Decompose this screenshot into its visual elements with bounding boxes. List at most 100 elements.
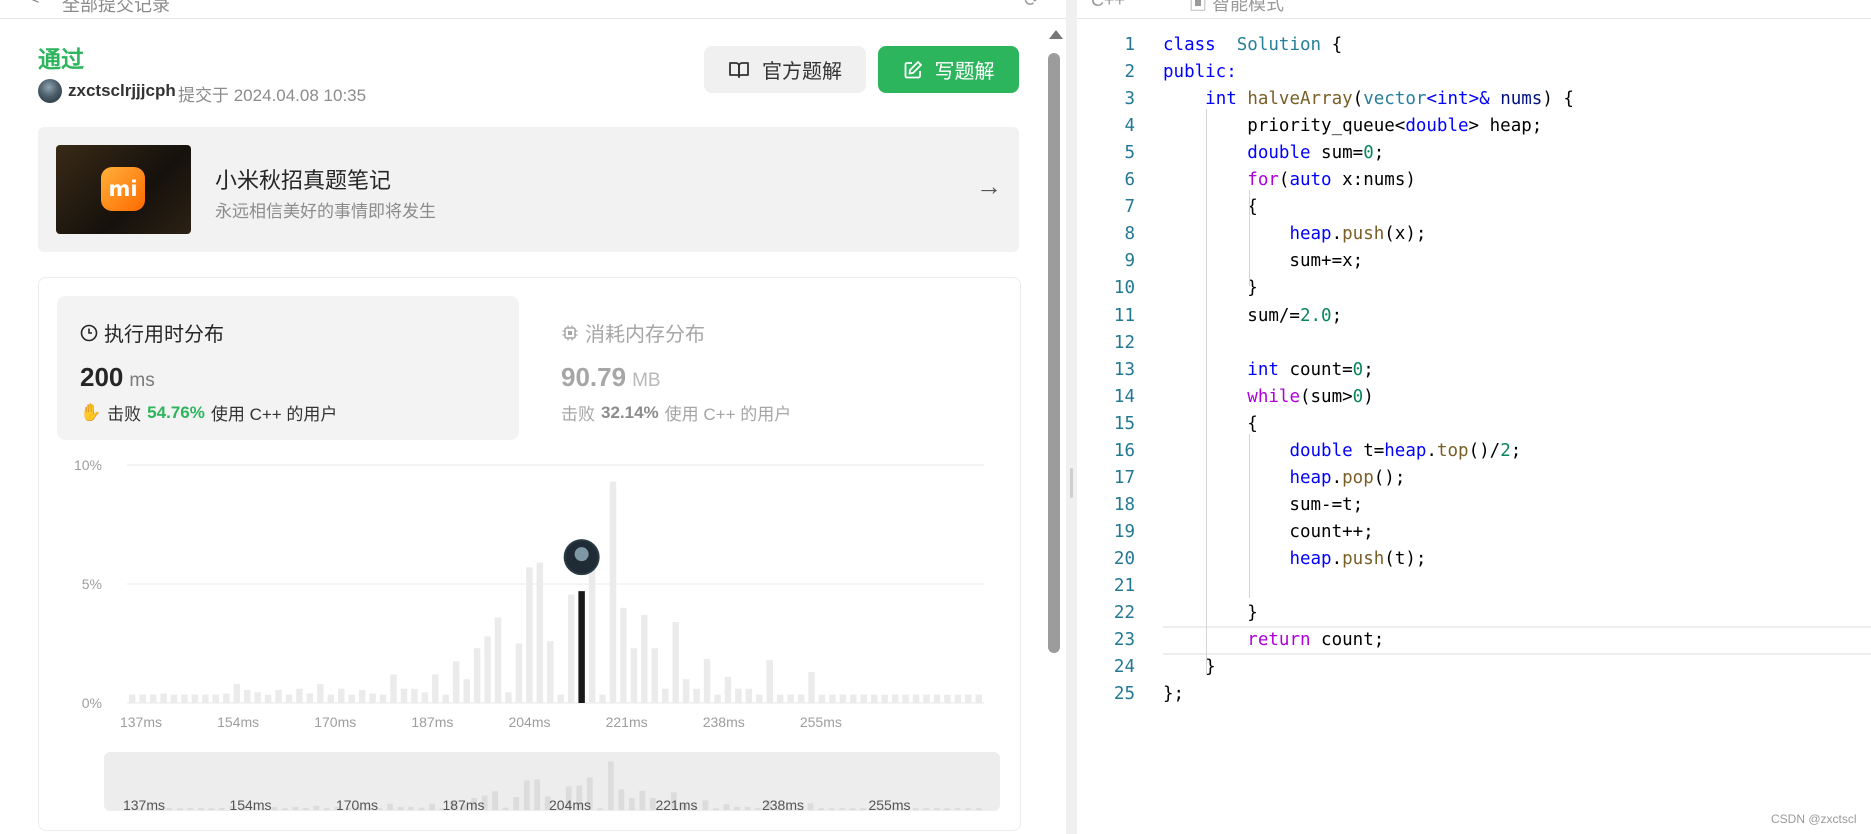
indent-guide	[1249, 434, 1250, 598]
code-line[interactable]: 15 {	[1077, 411, 1871, 438]
chart-bar	[275, 689, 282, 703]
mini-chart-bar	[324, 808, 330, 810]
code-text: double t=heap.top()/2;	[1289, 440, 1522, 461]
line-number: 15	[1113, 413, 1135, 434]
code-text: for(auto x:nums)	[1247, 170, 1416, 191]
book-icon	[729, 61, 749, 78]
panel-splitter[interactable]	[1066, 0, 1077, 834]
code-line[interactable]: 3 int halveArray(vector<int>& nums) {	[1077, 86, 1871, 113]
code-line[interactable]: 24 }	[1077, 654, 1871, 681]
scroll-up-arrow-icon[interactable]	[1049, 30, 1063, 39]
breadcrumb[interactable]: 全部提交记录	[62, 0, 170, 17]
refresh-icon[interactable]: ⟳	[1024, 0, 1039, 11]
code-line[interactable]: 13 int count=0;	[1077, 357, 1871, 384]
chart-bar	[881, 694, 888, 703]
mini-chart-bar	[828, 808, 835, 810]
code-line[interactable]: 4 priority_queue<double> heap;	[1077, 113, 1871, 140]
code-line[interactable]: 10 }	[1077, 275, 1871, 302]
mini-chart-bar	[607, 761, 614, 810]
chart-bar	[317, 683, 324, 703]
back-icon[interactable]: <	[30, 0, 39, 9]
mini-chart-bar	[303, 807, 309, 810]
mini-chart-bar	[975, 808, 982, 810]
code-line[interactable]: 23 return count;	[1077, 627, 1871, 654]
mini-chart-bar	[818, 808, 824, 810]
code-line[interactable]: 17 heap.pop();	[1077, 465, 1871, 492]
code-text: int halveArray(vector<int>& nums) {	[1205, 89, 1574, 110]
code-line[interactable]: 25};	[1077, 681, 1871, 708]
runtime-stat-title: 执行用时分布	[80, 318, 224, 347]
scrollbar-thumb[interactable]	[1048, 53, 1060, 653]
code-line[interactable]: 8 heap.push(x);	[1077, 221, 1871, 248]
smart-mode-toggle[interactable]: ▣ 智能模式	[1189, 0, 1284, 16]
chart-bar	[923, 694, 930, 703]
code-line[interactable]: 14 while(sum>0)	[1077, 384, 1871, 411]
code-line[interactable]: 5 double sum=0;	[1077, 140, 1871, 167]
chart-bar	[149, 694, 157, 703]
avatar[interactable]	[38, 79, 62, 103]
mini-chart-bar	[839, 808, 845, 810]
runtime-value: 200 ms	[80, 362, 155, 392]
code-line[interactable]: 2 public:	[1077, 59, 1871, 86]
chart-bar	[526, 567, 533, 703]
line-number: 14	[1113, 386, 1135, 407]
mini-chart-bar	[639, 790, 646, 810]
mini-x-tick-label: 204ms	[549, 797, 591, 811]
chart-bar	[463, 679, 470, 703]
code-text: public:	[1163, 62, 1237, 83]
code-text: heap.push(t);	[1289, 548, 1427, 569]
mini-chart-bar	[807, 803, 814, 810]
panel-header: < 全部提交记录 ⟳	[0, 0, 1066, 19]
language-selector[interactable]: C++	[1091, 0, 1125, 11]
line-number: 20	[1113, 548, 1135, 569]
promo-banner[interactable]: mi 小米秋招真题笔记 永远相信美好的事情即将发生 →	[38, 127, 1019, 252]
mini-x-tick-label: 154ms	[229, 797, 271, 811]
chip-icon	[562, 325, 578, 340]
code-line[interactable]: 12	[1077, 330, 1871, 357]
mini-chart-bar	[597, 808, 604, 810]
xiaomi-logo-icon: mi	[101, 167, 145, 211]
code-text: while(sum>0)	[1247, 386, 1374, 407]
mini-chart-bar	[176, 808, 183, 810]
code-line[interactable]: 7 {	[1077, 194, 1871, 221]
code-line[interactable]: 22 }	[1077, 600, 1871, 627]
clap-icon: ✋	[80, 402, 102, 423]
code-line[interactable]: 21	[1077, 573, 1871, 600]
code-line[interactable]: 6 for(auto x:nums)	[1077, 167, 1871, 194]
line-number: 9	[1124, 251, 1135, 272]
memory-value: 90.79 MB	[561, 362, 661, 392]
code-text: heap.pop();	[1289, 467, 1406, 488]
code-line[interactable]: 1 class Solution {	[1077, 32, 1871, 59]
chart-bar	[442, 694, 450, 703]
runtime-beat: ✋ 击败 54.76% 使用 C++ 的用户	[80, 402, 338, 425]
code-text: priority_queue<double> heap;	[1163, 116, 1543, 137]
chart-bar	[588, 553, 596, 703]
mini-chart-bar	[271, 807, 278, 810]
y-tick-label: 10%	[74, 457, 102, 473]
mini-chart-bar	[282, 808, 288, 810]
mini-x-tick-label: 221ms	[655, 797, 697, 811]
write-solution-button[interactable]: 写题解	[878, 46, 1019, 93]
official-solution-button[interactable]: 官方题解	[704, 46, 866, 93]
banner-image: mi	[56, 145, 191, 234]
chart-bar	[369, 693, 376, 703]
chart-bar	[411, 688, 418, 703]
line-number: 3	[1124, 89, 1135, 110]
memory-stat-tab[interactable]: 消耗内存分布	[561, 318, 705, 347]
line-number: 11	[1113, 305, 1135, 326]
chart-bar	[432, 674, 439, 703]
code-text: sum/=2.0;	[1163, 305, 1343, 326]
code-line[interactable]: 16 double t=heap.top()/2;	[1077, 438, 1871, 465]
code-line[interactable]: 9 sum+=x;	[1077, 248, 1871, 275]
splitter-grip[interactable]	[1070, 468, 1073, 498]
code-line[interactable]: 18 sum-=t;	[1077, 492, 1871, 519]
code-line[interactable]: 20 heap.push(t);	[1077, 546, 1871, 573]
chart-bar	[839, 694, 847, 703]
code-line[interactable]: 19 count++;	[1077, 519, 1871, 546]
chart-bar	[891, 694, 899, 703]
code-line[interactable]: 11 sum/=2.0;	[1077, 303, 1871, 330]
line-number: 8	[1124, 224, 1135, 245]
line-number: 12	[1113, 332, 1135, 353]
chart-bar	[860, 694, 868, 703]
username[interactable]: zxctsclrjjjcph	[68, 81, 176, 101]
